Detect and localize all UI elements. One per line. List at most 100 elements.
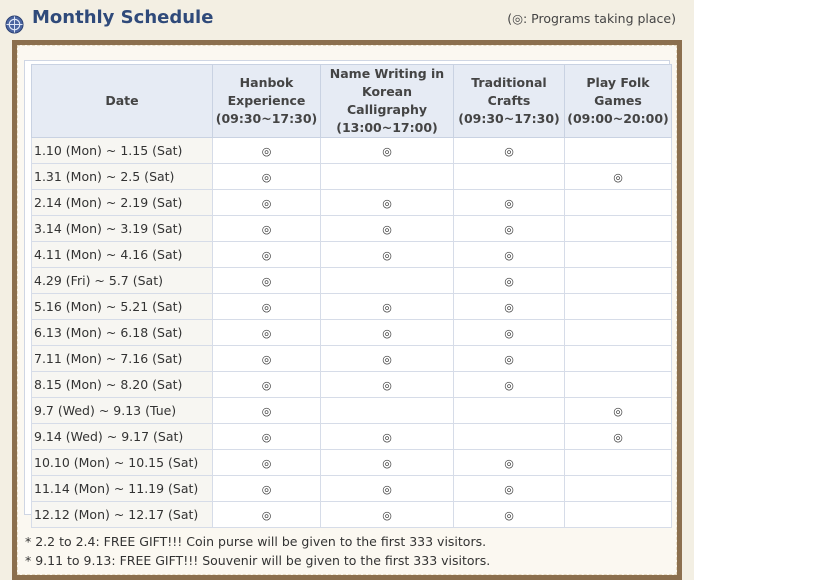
program-cell: ◎ bbox=[212, 449, 321, 476]
table-body: 1.10 (Mon) ~ 1.15 (Sat) ◎ ◎ ◎ 1.31 (Mon) ~ 2… bbox=[31, 137, 672, 528]
column-header-line: Traditional bbox=[471, 75, 547, 90]
table-row: 1.31 (Mon) ~ 2.5 (Sat) ◎ ◎ bbox=[31, 163, 672, 190]
table-row: 10.10 (Mon) ~ 10.15 (Sat) ◎ ◎ ◎ bbox=[31, 449, 672, 476]
column-header-2: Name Writing in Korean Calligraphy (13:00~… bbox=[320, 64, 454, 138]
program-cell: ◎ bbox=[453, 371, 565, 398]
program-cell: ◎ bbox=[564, 397, 672, 424]
program-mark: ◎ bbox=[382, 197, 392, 210]
program-mark: ◎ bbox=[261, 197, 272, 210]
program-mark: ◎ bbox=[261, 249, 272, 262]
program-cell bbox=[564, 501, 672, 528]
program-mark: ◎ bbox=[261, 301, 272, 314]
date-cell: 5.16 (Mon) ~ 5.21 (Sat) bbox=[31, 293, 213, 320]
program-cell bbox=[564, 137, 672, 164]
date-cell: 12.12 (Mon) ~ 12.17 (Sat) bbox=[31, 501, 213, 528]
table-row: 12.12 (Mon) ~ 12.17 (Sat) ◎ ◎ ◎ bbox=[31, 501, 672, 528]
date-cell: 10.10 (Mon) ~ 10.15 (Sat) bbox=[31, 449, 213, 476]
table-row: 11.14 (Mon) ~ 11.19 (Sat) ◎ ◎ ◎ bbox=[31, 475, 672, 502]
table-row: 6.13 (Mon) ~ 6.18 (Sat) ◎ ◎ ◎ bbox=[31, 319, 672, 346]
date-cell: 1.10 (Mon) ~ 1.15 (Sat) bbox=[31, 137, 213, 164]
notes: * 2.2 to 2.4: FREE GIFT!!! Coin purse wi… bbox=[25, 532, 490, 570]
program-cell: ◎ bbox=[212, 475, 321, 502]
note-2: * 9.11 to 9.13: FREE GIFT!!! Souvenir wi… bbox=[25, 553, 491, 568]
program-cell: ◎ bbox=[212, 267, 321, 294]
program-cell: ◎ bbox=[212, 319, 321, 346]
program-mark: ◎ bbox=[504, 301, 514, 314]
table-header-row: Date Hanbok Experience (09:30~17:30) Name Wr… bbox=[31, 64, 672, 138]
program-cell: ◎ bbox=[453, 215, 565, 242]
column-header-line: Date bbox=[105, 93, 139, 108]
column-header-line: Play Folk bbox=[586, 75, 650, 90]
program-cell: ◎ bbox=[212, 241, 321, 268]
schedule-table: Date Hanbok Experience (09:30~17:30) Name Wr… bbox=[31, 64, 672, 528]
program-cell: ◎ bbox=[320, 241, 454, 268]
program-mark: ◎ bbox=[261, 171, 272, 184]
program-cell bbox=[320, 163, 454, 190]
program-cell: ◎ bbox=[453, 319, 565, 346]
date-cell: 9.14 (Wed) ~ 9.17 (Sat) bbox=[31, 423, 213, 450]
program-cell: ◎ bbox=[320, 345, 454, 372]
column-header-4: Play Folk Games (09:00~20:00) bbox=[564, 64, 672, 138]
date-cell: 4.29 (Fri) ~ 5.7 (Sat) bbox=[31, 267, 213, 294]
program-cell bbox=[453, 397, 565, 424]
table-row: 4.29 (Fri) ~ 5.7 (Sat) ◎ ◎ bbox=[31, 267, 672, 294]
program-mark: ◎ bbox=[261, 457, 272, 470]
program-cell: ◎ bbox=[320, 475, 454, 502]
program-cell: ◎ bbox=[453, 189, 565, 216]
program-cell bbox=[453, 423, 565, 450]
column-header-line: Crafts bbox=[487, 93, 531, 108]
program-mark: ◎ bbox=[261, 405, 272, 418]
program-cell: ◎ bbox=[212, 163, 321, 190]
program-cell bbox=[564, 267, 672, 294]
program-mark: ◎ bbox=[382, 431, 392, 444]
date-cell: 9.7 (Wed) ~ 9.13 (Tue) bbox=[31, 397, 213, 424]
program-mark: ◎ bbox=[613, 431, 623, 444]
column-header-date: Date bbox=[31, 64, 213, 138]
date-cell: 7.11 (Mon) ~ 7.16 (Sat) bbox=[31, 345, 213, 372]
program-mark: ◎ bbox=[504, 353, 514, 366]
program-cell: ◎ bbox=[453, 475, 565, 502]
table-row: 1.10 (Mon) ~ 1.15 (Sat) ◎ ◎ ◎ bbox=[31, 137, 672, 164]
program-mark: ◎ bbox=[261, 431, 272, 444]
page-title: Monthly Schedule bbox=[32, 7, 214, 28]
program-mark: ◎ bbox=[382, 457, 392, 470]
program-mark: ◎ bbox=[504, 145, 514, 158]
program-mark: ◎ bbox=[613, 171, 623, 184]
date-cell: 4.11 (Mon) ~ 4.16 (Sat) bbox=[31, 241, 213, 268]
column-header-line: (09:30~17:30) bbox=[215, 111, 318, 126]
program-mark: ◎ bbox=[261, 353, 272, 366]
program-cell: ◎ bbox=[453, 345, 565, 372]
program-cell: ◎ bbox=[320, 423, 454, 450]
program-cell bbox=[320, 267, 454, 294]
table-row: 4.11 (Mon) ~ 4.16 (Sat) ◎ ◎ ◎ bbox=[31, 241, 672, 268]
date-cell: 6.13 (Mon) ~ 6.18 (Sat) bbox=[31, 319, 213, 346]
program-mark: ◎ bbox=[261, 483, 272, 496]
program-cell: ◎ bbox=[453, 449, 565, 476]
schedule-frame: Date Hanbok Experience (09:30~17:30) Name Wr… bbox=[12, 40, 682, 580]
program-mark: ◎ bbox=[504, 197, 514, 210]
program-cell: ◎ bbox=[212, 345, 321, 372]
program-mark: ◎ bbox=[382, 483, 392, 496]
column-header-3: Traditional Crafts (09:30~17:30) bbox=[453, 64, 565, 138]
date-cell: 8.15 (Mon) ~ 8.20 (Sat) bbox=[31, 371, 213, 398]
column-header-line: (09:30~17:30) bbox=[458, 111, 560, 126]
program-cell: ◎ bbox=[212, 189, 321, 216]
program-cell: ◎ bbox=[212, 371, 321, 398]
program-cell bbox=[564, 475, 672, 502]
column-header-line: Games bbox=[594, 93, 642, 108]
program-mark: ◎ bbox=[504, 483, 514, 496]
table-row: 3.14 (Mon) ~ 3.19 (Sat) ◎ ◎ ◎ bbox=[31, 215, 672, 242]
column-header-line: Experience bbox=[227, 93, 306, 108]
program-cell bbox=[564, 371, 672, 398]
program-cell: ◎ bbox=[320, 215, 454, 242]
program-cell: ◎ bbox=[320, 189, 454, 216]
program-cell: ◎ bbox=[212, 215, 321, 242]
program-mark: ◎ bbox=[504, 457, 514, 470]
program-cell bbox=[564, 189, 672, 216]
globe-icon bbox=[5, 15, 24, 34]
table-row: 7.11 (Mon) ~ 7.16 (Sat) ◎ ◎ ◎ bbox=[31, 345, 672, 372]
program-cell: ◎ bbox=[212, 501, 321, 528]
column-header-line: (09:00~20:00) bbox=[567, 111, 669, 126]
program-mark: ◎ bbox=[504, 223, 514, 236]
program-cell bbox=[453, 163, 565, 190]
